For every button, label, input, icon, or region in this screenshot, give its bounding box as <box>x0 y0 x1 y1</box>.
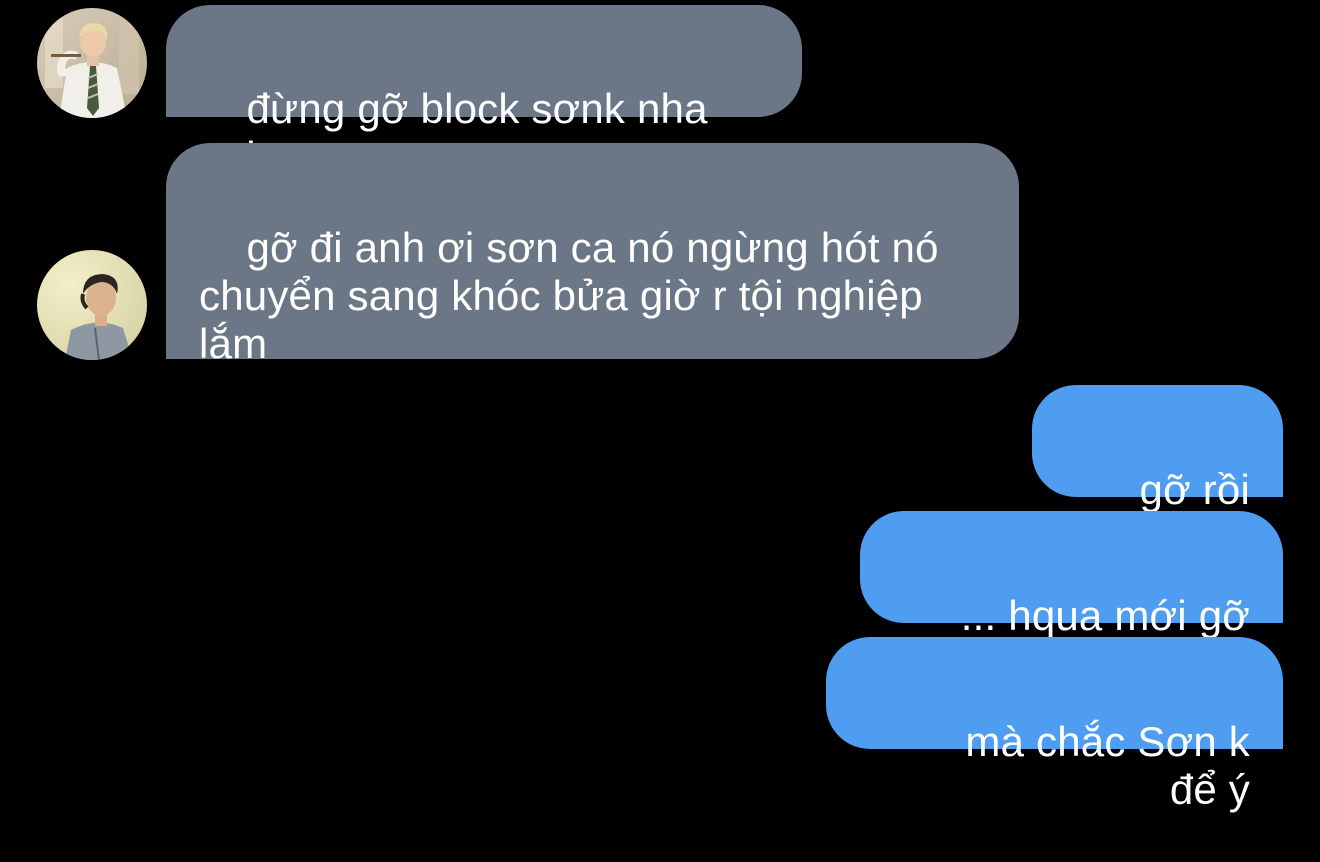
avatar-photo-icon <box>37 250 147 360</box>
avatar[interactable] <box>37 250 147 360</box>
outgoing-message-bubble[interactable]: gỡ rồi mà <box>1032 385 1283 561</box>
incoming-message-bubble[interactable]: đừng gỡ block sơnk nha anh <box>166 5 802 180</box>
outgoing-message-bubble[interactable]: mà chắc Sơn k để ý <box>826 637 1283 813</box>
message-text: mà chắc Sơn k để ý <box>965 718 1262 813</box>
avatar-photo-icon <box>37 8 147 118</box>
avatar[interactable] <box>37 8 147 118</box>
incoming-message-bubble[interactable]: gỡ đi anh ơi sơn ca nó ngừng hót nó chuy… <box>166 143 1019 367</box>
outgoing-message-bubble[interactable]: ... hqua mới gỡ rồi <box>860 511 1283 687</box>
message-text: gỡ đi anh ơi sơn ca nó ngừng hót nó chuy… <box>199 224 939 367</box>
